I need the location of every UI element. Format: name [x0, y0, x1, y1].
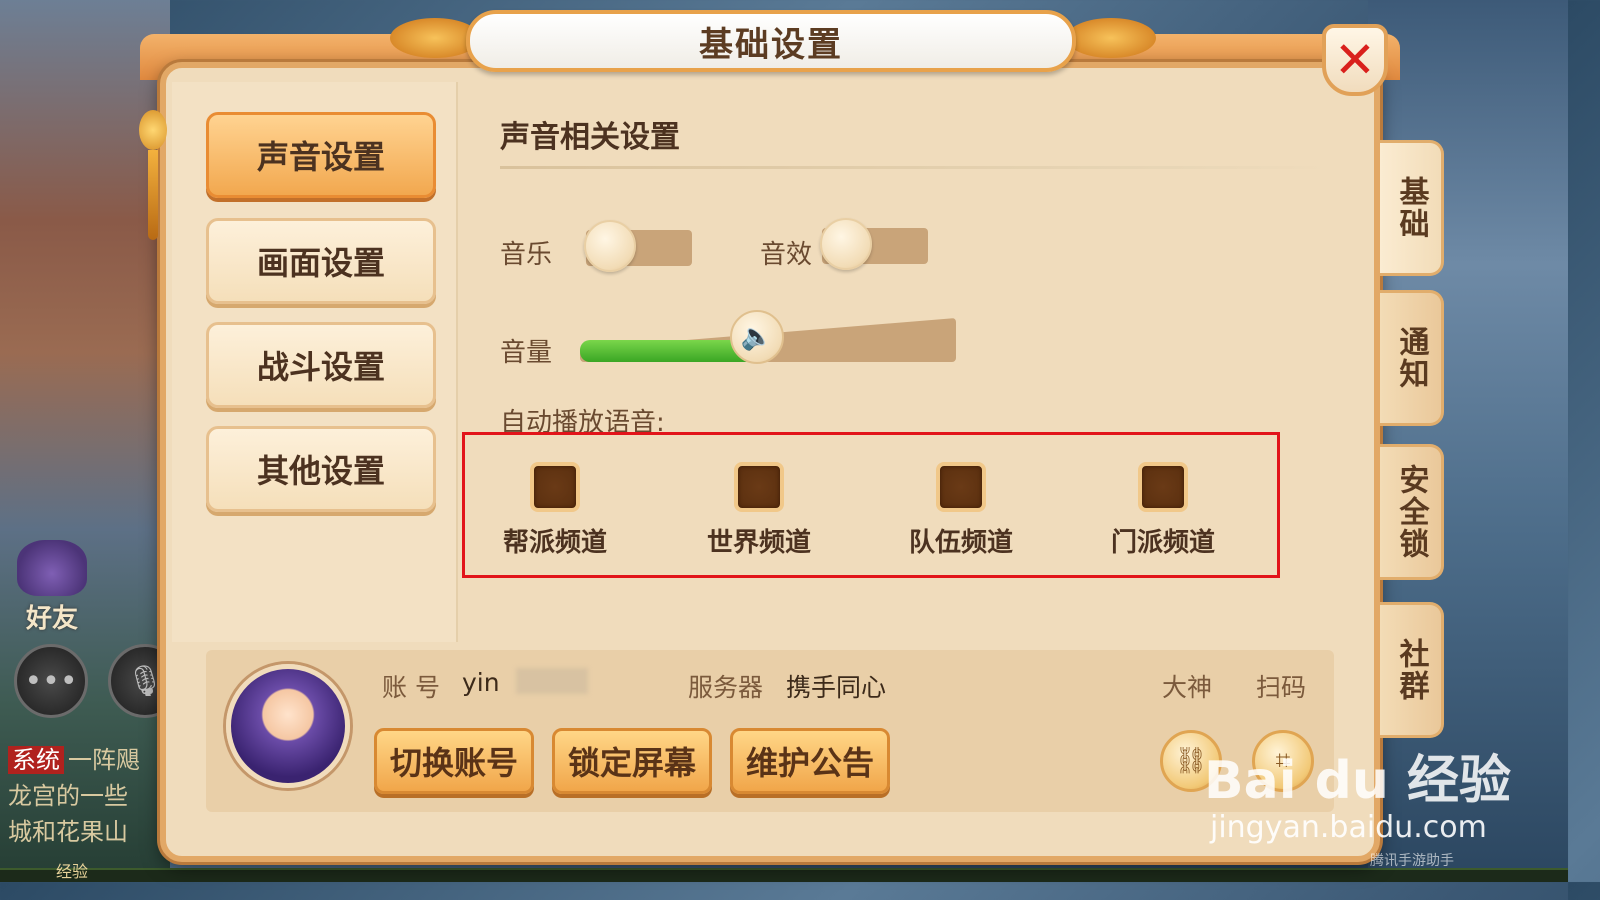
tencent-assistant-watermark: 腾讯手游助手 — [1370, 853, 1454, 869]
menu-item-battle[interactable]: 战斗设置 — [206, 322, 436, 408]
tab-community[interactable]: 社群 — [1380, 602, 1444, 738]
chat-log: 系统 一阵飓 龙宫的一些 城和花果山 — [8, 742, 168, 862]
channel-sect-checkbox[interactable] — [1138, 462, 1188, 512]
great-god-link[interactable]: 大神 — [1162, 668, 1212, 704]
window-title: 基础设置 — [699, 24, 843, 65]
experience-bar — [0, 868, 1568, 882]
baidu-watermark-url: jingyan.baidu.com — [1210, 810, 1487, 845]
chat-line: 龙宫的一些 — [8, 782, 128, 810]
friends-label: 好友 — [25, 604, 78, 634]
volume-label: 音量 — [500, 338, 553, 368]
channel-world[interactable]: 世界频道 — [694, 462, 824, 559]
channel-sect[interactable]: 门派频道 — [1098, 462, 1228, 559]
section-divider — [500, 166, 1332, 169]
tab-basic-label: 基础 — [1393, 176, 1429, 240]
channel-guild-label: 帮派频道 — [502, 528, 607, 558]
channel-world-label: 世界频道 — [706, 528, 811, 558]
close-icon: ✕ — [1334, 31, 1376, 89]
server-label: 服务器 — [688, 673, 764, 702]
account-value: yin — [462, 668, 500, 697]
channel-team[interactable]: 队伍频道 — [896, 462, 1026, 559]
menu-item-sound[interactable]: 声音设置 — [206, 112, 436, 198]
close-button[interactable]: ✕ — [1322, 24, 1388, 96]
channel-world-checkbox[interactable] — [734, 462, 784, 512]
tab-basic[interactable]: 基础 — [1380, 140, 1444, 276]
tab-security-lock[interactable]: 安全锁 — [1380, 444, 1444, 580]
friends-avatar-icon — [17, 540, 87, 596]
chat-line: 城和花果山 — [8, 818, 128, 846]
scroll-ornament-right — [1066, 18, 1156, 58]
system-tag: 系统 — [8, 746, 64, 774]
tab-community-label: 社群 — [1393, 638, 1429, 702]
chat-bubble-icon[interactable]: ••• — [14, 644, 88, 718]
sfx-label: 音效 — [760, 240, 813, 270]
account-label: 账 号 — [382, 673, 440, 702]
player-avatar[interactable] — [226, 664, 350, 788]
channel-sect-label: 门派频道 — [1110, 528, 1215, 558]
maintenance-notice-button[interactable]: 维护公告 — [730, 728, 890, 794]
channel-team-checkbox[interactable] — [936, 462, 986, 512]
music-toggle-knob[interactable] — [584, 220, 636, 272]
menu-item-display[interactable]: 画面设置 — [206, 218, 436, 304]
sfx-toggle-knob[interactable] — [820, 218, 872, 270]
music-label: 音乐 — [500, 240, 553, 270]
channel-guild-checkbox[interactable] — [530, 462, 580, 512]
speaker-icon: 🔈 — [740, 322, 773, 352]
channel-team-label: 队伍频道 — [908, 528, 1013, 558]
baidu-watermark: Bai du 经验 — [1204, 751, 1511, 811]
section-title: 声音相关设置 — [500, 120, 680, 155]
tab-notification[interactable]: 通知 — [1380, 290, 1444, 426]
channel-guild[interactable]: 帮派频道 — [490, 462, 620, 559]
switch-account-button[interactable]: 切换账号 — [374, 728, 534, 794]
scan-code-link[interactable]: 扫码 — [1256, 668, 1306, 704]
menu-item-other[interactable]: 其他设置 — [206, 426, 436, 512]
title-plate: 基础设置 — [466, 10, 1076, 72]
tab-notification-label: 通知 — [1393, 326, 1429, 390]
tab-security-lock-label: 安全锁 — [1393, 464, 1429, 560]
sfx-toggle[interactable] — [820, 218, 928, 270]
server-value: 携手同心 — [786, 673, 887, 702]
experience-label: 经验 — [56, 862, 89, 881]
music-toggle[interactable] — [584, 220, 692, 272]
chat-line: 一阵飓 — [68, 746, 140, 774]
tassel-ornament — [138, 40, 168, 270]
lock-screen-button[interactable]: 锁定屏幕 — [552, 728, 712, 794]
account-redacted — [516, 668, 588, 694]
friends-button[interactable]: 好友 — [10, 540, 94, 634]
volume-slider-handle[interactable]: 🔈 — [729, 310, 784, 364]
